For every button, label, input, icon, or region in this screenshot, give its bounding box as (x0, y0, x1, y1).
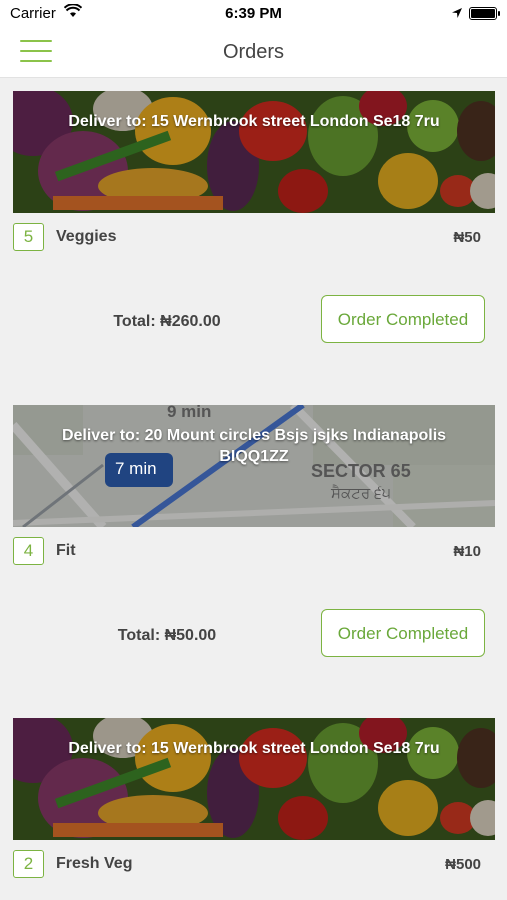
status-bar: Carrier 6:39 PM (0, 0, 507, 28)
item-name: Fit (56, 542, 76, 559)
delivery-address: Deliver to: 15 Wernbrook street London S… (68, 740, 440, 757)
order-item-row: 5 Veggies ₦50 (13, 213, 495, 261)
item-name: Fresh Veg (56, 855, 133, 872)
location-arrow-icon (451, 6, 463, 23)
order-banner-image: 9 min 7 min SECTOR 65 ਸੈਕਟਰ ੬੫ Deliver t… (13, 405, 495, 527)
order-card: Deliver to: 15 Wernbrook street London S… (13, 718, 495, 888)
order-item-row: 2 Fresh Veg ₦500 (13, 840, 495, 888)
map-route-time-top: 9 min (167, 405, 212, 421)
item-name: Veggies (56, 228, 117, 245)
order-item-row: 4 Fit ₦10 (13, 527, 495, 575)
order-completed-button[interactable]: Order Completed (321, 609, 485, 657)
item-price: ₦10 (453, 543, 481, 560)
battery-icon (469, 7, 500, 20)
clock: 6:39 PM (225, 5, 282, 22)
item-price: ₦50 (453, 229, 481, 246)
quantity-badge: 5 (13, 223, 44, 251)
order-total: Total: ₦50.00 (117, 627, 217, 644)
delivery-address: Deliver to: 20 Mount circles Bsjs jsjks … (61, 427, 447, 465)
order-card: Deliver to: 15 Wernbrook street London S… (13, 91, 495, 355)
quantity-badge: 4 (13, 537, 44, 565)
order-banner-image: Deliver to: 15 Wernbrook street London S… (13, 718, 495, 840)
quantity-badge: 2 (13, 850, 44, 878)
page-title: Orders (222, 41, 285, 63)
order-completed-button[interactable]: Order Completed (321, 295, 485, 343)
order-total: Total: ₦260.00 (113, 313, 221, 330)
order-card: 9 min 7 min SECTOR 65 ਸੈਕਟਰ ੬੫ Deliver t… (13, 405, 495, 669)
order-banner-image: Deliver to: 15 Wernbrook street London S… (13, 91, 495, 213)
delivery-address: Deliver to: 15 Wernbrook street London S… (68, 113, 440, 130)
map-sector-local-label: ਸੈਕਟਰ ੬੫ (331, 485, 391, 502)
item-price: ₦500 (445, 856, 481, 873)
order-total-row: Total: ₦260.00 Order Completed (13, 295, 495, 355)
order-total-row: Total: ₦50.00 Order Completed (13, 609, 495, 669)
navigation-bar: Orders (0, 28, 507, 78)
